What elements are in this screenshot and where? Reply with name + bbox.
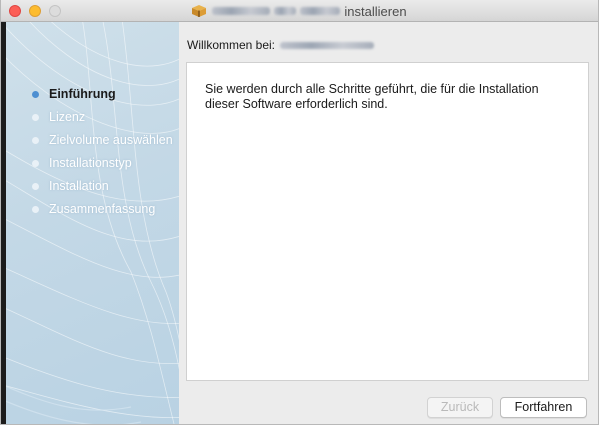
redacted-product-name [274, 7, 297, 15]
step-summary: Zusammenfassung [1, 202, 174, 216]
step-installation-type: Installationstyp [1, 156, 174, 170]
step-label: Lizenz [49, 110, 86, 124]
back-button[interactable]: Zurück [427, 397, 493, 418]
step-label: Zusammenfassung [49, 202, 156, 216]
step-license: Lizenz [1, 110, 174, 124]
window-left-edge [1, 22, 6, 424]
step-installation: Installation [1, 179, 174, 193]
installer-window: installieren Einführung Lizenz Zielvolum… [0, 0, 599, 425]
step-indicator-dot [32, 137, 39, 144]
step-label: Einführung [49, 87, 116, 101]
redacted-product-name [300, 7, 341, 15]
step-introduction: Einführung [1, 87, 174, 101]
installer-steps-list: Einführung Lizenz Zielvolume auswählen I… [1, 87, 179, 225]
page-title: Willkommen bei: [187, 38, 375, 52]
step-indicator-dot [32, 91, 39, 98]
step-label: Installation [49, 179, 109, 193]
step-indicator-dot [32, 206, 39, 213]
window-title: installieren [1, 0, 598, 22]
welcome-label: Willkommen bei: [187, 38, 276, 52]
intro-text: Sie werden durch alle Schritte geführt, … [205, 82, 539, 111]
title-bar[interactable]: installieren [1, 0, 598, 22]
window-title-text: installieren [344, 3, 407, 19]
redacted-product-name [212, 7, 271, 15]
step-indicator-dot [32, 160, 39, 167]
step-indicator-dot [32, 114, 39, 121]
continue-button[interactable]: Fortfahren [500, 397, 587, 418]
step-label: Installationstyp [49, 156, 132, 170]
installer-sidebar: Einführung Lizenz Zielvolume auswählen I… [1, 22, 179, 424]
redacted-product-name [280, 41, 375, 49]
step-destination-select: Zielvolume auswählen [1, 133, 174, 147]
step-indicator-dot [32, 183, 39, 190]
content-panel: Sie werden durch alle Schritte geführt, … [186, 62, 589, 381]
step-label: Zielvolume auswählen [49, 133, 173, 147]
package-icon [192, 5, 207, 17]
